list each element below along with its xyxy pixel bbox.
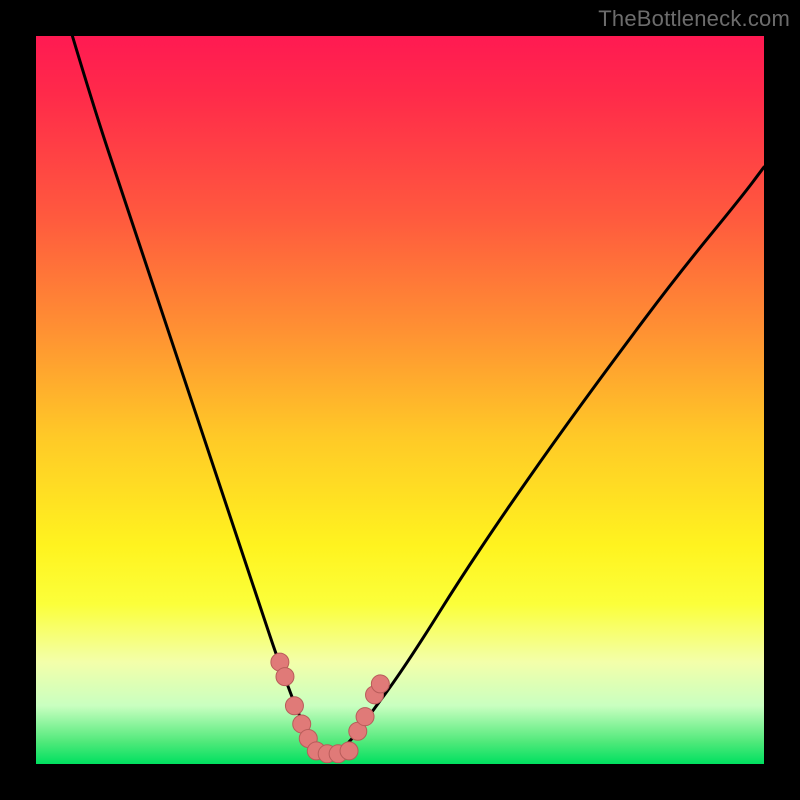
bottleneck-curve-left bbox=[72, 36, 320, 749]
chart-frame: TheBottleneck.com bbox=[0, 0, 800, 800]
marker-dot bbox=[371, 675, 389, 693]
marker-dot bbox=[285, 697, 303, 715]
marker-group bbox=[271, 653, 389, 763]
watermark-text: TheBottleneck.com bbox=[598, 6, 790, 32]
bottleneck-curve-right bbox=[342, 167, 764, 749]
plot-area bbox=[36, 36, 764, 764]
marker-dot bbox=[276, 668, 294, 686]
marker-dot bbox=[356, 708, 374, 726]
marker-dot bbox=[340, 742, 358, 760]
curve-layer bbox=[36, 36, 764, 764]
